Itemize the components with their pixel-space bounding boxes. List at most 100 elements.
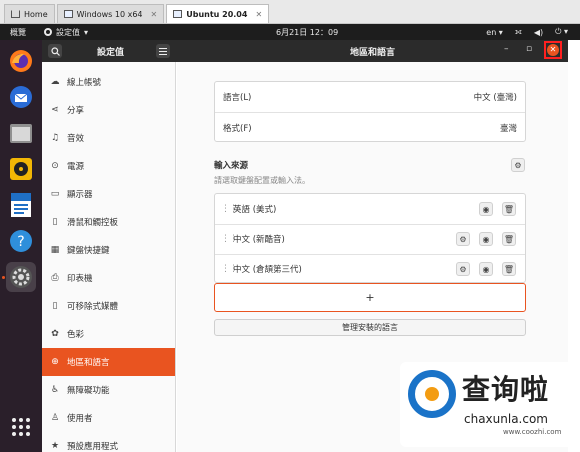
sidebar-item-label: 滑鼠和觸控板 — [67, 218, 119, 228]
network-icon: ⟗ — [514, 27, 522, 36]
settings-icon[interactable] — [6, 262, 36, 292]
page-title: 地區和語言 — [350, 48, 396, 58]
watermark-logo-icon — [408, 370, 456, 418]
sidebar-item-label: 使用者 — [67, 414, 93, 424]
system-tray[interactable]: en ▾ ⟗ ◀) ⏻ ▾ — [486, 27, 568, 37]
sidebar-item-online-accounts[interactable]: ☁ 線上帳號 — [42, 68, 175, 96]
files-icon[interactable] — [6, 118, 36, 148]
app-grid-icon[interactable] — [6, 412, 36, 442]
preview-button[interactable]: ◉ — [479, 202, 493, 216]
thunderbird-icon[interactable] — [6, 82, 36, 112]
rhythmbox-icon[interactable] — [6, 154, 36, 184]
watermark-domain: chaxunla.com — [464, 412, 548, 426]
remove-button[interactable]: 🗑 — [502, 262, 516, 276]
settings-button[interactable]: ⚙ — [456, 262, 470, 276]
preview-button[interactable]: ◉ — [479, 232, 493, 246]
vm-tab-label: Ubuntu 20.04 — [186, 9, 248, 19]
preview-button[interactable]: ◉ — [479, 262, 493, 276]
sidebar-item-label: 顯示器 — [67, 190, 93, 200]
sidebar-item-displays[interactable]: ▭ 顯示器 — [42, 180, 175, 208]
gear-icon: ⚙ — [459, 234, 467, 244]
sidebar-item-power[interactable]: ⊙ 電源 — [42, 152, 175, 180]
remove-button[interactable]: 🗑 — [502, 202, 516, 216]
add-input-source-button[interactable]: + — [214, 283, 526, 312]
sidebar-item-default-apps[interactable]: ★ 預設應用程式 — [42, 432, 175, 452]
search-button[interactable] — [48, 44, 62, 58]
input-source-row[interactable]: ⋮⋮ 英語 (美式) ◉ 🗑 — [215, 194, 525, 224]
sidebar-item-removable-media[interactable]: ▯ 可移除式媒體 — [42, 292, 175, 320]
cloud-icon: ☁ — [50, 77, 60, 87]
sidebar-item-region-language[interactable]: ⊕ 地區和語言 — [42, 348, 175, 376]
settings-sidebar: ☁ 線上帳號 ⋖ 分享 ♫ 音效 ⊙ 電源 ▭ 顯示器 ▯ 滑鼠和觸控板 ▦ 鍵盤快捷鍵 ⎙ 印… — [42, 62, 176, 452]
close-icon[interactable]: ✕ — [255, 10, 262, 19]
input-options-button[interactable]: ⚙ — [511, 158, 525, 172]
writer-icon[interactable] — [6, 190, 36, 220]
remove-button[interactable]: 🗑 — [502, 232, 516, 246]
star-icon: ★ — [50, 441, 60, 451]
sidebar-item-accessibility[interactable]: ♿ 無障礙功能 — [42, 376, 175, 404]
close-button[interactable]: ✕ — [544, 41, 562, 59]
sidebar-item-label: 可移除式媒體 — [67, 302, 119, 312]
maximize-button[interactable]: ▫ — [526, 44, 532, 54]
vm-tab-ubuntu[interactable]: Ubuntu 20.04 ✕ — [166, 4, 270, 23]
watermark-title: 查询啦 — [462, 373, 550, 406]
language-row[interactable]: 語言(L) 中文 (臺灣) — [215, 82, 525, 112]
trash-icon: 🗑 — [503, 204, 515, 214]
app-menu[interactable]: 設定值 ▾ — [44, 27, 88, 38]
color-icon: ✿ — [51, 329, 59, 339]
sidebar-item-sharing[interactable]: ⋖ 分享 — [42, 96, 175, 124]
sidebar-item-sound[interactable]: ♫ 音效 — [42, 124, 175, 152]
language-label: 語言(L) — [223, 93, 252, 103]
vm-tab-label: Home — [24, 9, 48, 19]
input-source-row[interactable]: ⋮⋮ 中文 (倉頡第三代) ⚙ ◉ 🗑 — [215, 254, 525, 284]
sidebar-item-label: 預設應用程式 — [67, 442, 119, 452]
manage-languages-button[interactable]: 管理安裝的語言 — [214, 319, 526, 336]
minimize-button[interactable]: – — [504, 44, 509, 54]
sidebar-item-label: 音效 — [67, 134, 85, 144]
sidebar-title: 設定值 — [97, 47, 125, 58]
eye-icon: ◉ — [482, 264, 490, 274]
sidebar-item-keyboard[interactable]: ▦ 鍵盤快捷鍵 — [42, 236, 175, 264]
dock: ? — [0, 40, 42, 452]
keyboard-icon: ▦ — [50, 245, 60, 255]
input-language[interactable]: en ▾ — [486, 28, 503, 37]
share-icon: ⋖ — [51, 105, 59, 115]
input-sources-title: 輸入來源 — [214, 161, 249, 171]
vm-tab-windows[interactable]: Windows 10 x64 ✕ — [56, 4, 165, 23]
input-source-label: 英語 (美式) — [233, 205, 277, 215]
sidebar-item-label: 電源 — [67, 162, 85, 172]
sidebar-item-label: 無障礙功能 — [67, 386, 110, 396]
app-menu-label: 設定值 — [56, 27, 80, 37]
volume-icon: ◀) — [533, 27, 544, 37]
sidebar-item-users[interactable]: ♙ 使用者 — [42, 404, 175, 432]
mouse-icon: ▯ — [52, 217, 58, 227]
running-indicator — [2, 276, 5, 279]
lang-label: en — [486, 27, 497, 37]
gear-icon: ⚙ — [459, 264, 467, 274]
sidebar-item-color[interactable]: ✿ 色彩 — [42, 320, 175, 348]
vm-tab-strip: Home Windows 10 x64 ✕ Ubuntu 20.04 ✕ — [0, 0, 580, 24]
sidebar-item-mouse[interactable]: ▯ 滑鼠和觸控板 — [42, 208, 175, 236]
settings-button[interactable]: ⚙ — [456, 232, 470, 246]
vm-tab-home[interactable]: Home — [4, 4, 55, 23]
eye-icon: ◉ — [482, 234, 490, 244]
formats-row[interactable]: 格式(F) 臺灣 — [215, 113, 525, 142]
search-icon — [50, 46, 60, 56]
sidebar-item-label: 地區和語言 — [67, 358, 110, 368]
gear-icon — [44, 28, 52, 36]
sidebar-item-label: 印表機 — [67, 274, 93, 284]
firefox-icon[interactable] — [6, 46, 36, 76]
home-icon — [11, 10, 20, 18]
watermark: 查询啦 chaxunla.com www.coozhi.com — [400, 362, 575, 447]
sidebar-item-printers[interactable]: ⎙ 印表機 — [42, 264, 175, 292]
hamburger-menu-button[interactable] — [156, 44, 170, 58]
input-sources-subtitle: 請選取鍵盤配置或輸入法。 — [214, 176, 310, 185]
input-source-row[interactable]: ⋮⋮ 中文 (新酷音) ⚙ ◉ 🗑 — [215, 224, 525, 254]
eye-icon: ◉ — [482, 204, 490, 214]
activities-button[interactable]: 概覽 — [10, 27, 26, 38]
clock[interactable]: 6月21日 12：09 — [276, 27, 338, 38]
help-icon[interactable]: ? — [6, 226, 36, 256]
language-value: 中文 (臺灣) — [473, 93, 517, 103]
vm-icon — [63, 10, 73, 18]
close-icon[interactable]: ✕ — [151, 10, 158, 19]
